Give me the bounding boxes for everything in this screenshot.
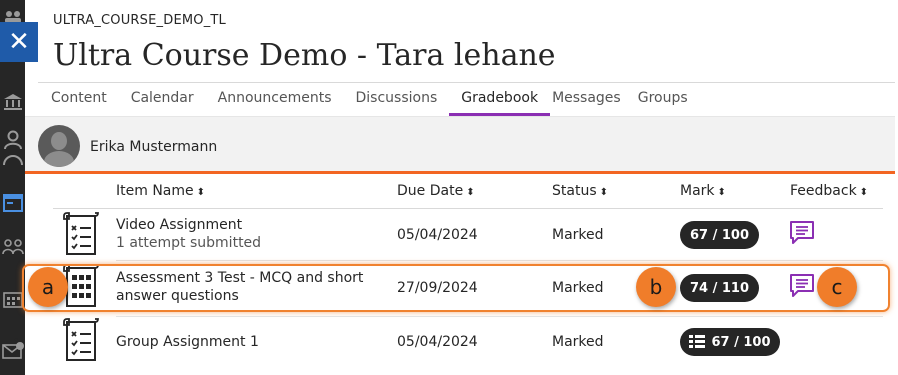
avatar-head-shape <box>51 132 67 150</box>
tab-groups[interactable]: Groups <box>633 86 700 116</box>
sort-icon: ⬍ <box>196 187 206 198</box>
mark-value: 67 / 100 <box>689 227 750 243</box>
avatar-shoulders-shape <box>44 151 74 167</box>
close-icon: ✕ <box>8 27 30 57</box>
header-label: Status <box>552 183 597 199</box>
tab-content[interactable]: Content <box>39 86 119 116</box>
course-code: ULTRA_COURSE_DEMO_TL <box>53 13 226 28</box>
row-divider <box>116 316 883 317</box>
item-name-link[interactable]: Video Assignment <box>116 217 242 233</box>
student-name: Erika Mustermann <box>90 139 218 155</box>
callout-c: c <box>817 267 857 307</box>
header-label: Due Date <box>397 183 464 199</box>
mark-pill[interactable]: 67 / 100 <box>680 221 759 249</box>
calendar-icon[interactable] <box>0 186 25 220</box>
institution-icon[interactable] <box>0 85 25 119</box>
mail-icon[interactable]: 9 <box>0 334 25 368</box>
column-header-mark[interactable]: Mark ⬍ <box>680 183 726 199</box>
due-date: 05/04/2024 <box>397 227 478 243</box>
column-header-item-name[interactable]: Item Name ⬍ <box>116 183 205 199</box>
tab-messages[interactable]: Messages <box>550 86 633 116</box>
group-grid-icon <box>689 335 706 348</box>
assignment-icon <box>63 212 99 255</box>
mark-pill[interactable]: 67 / 100 <box>680 328 780 356</box>
close-course-button[interactable]: ✕ <box>0 22 38 62</box>
header-divider <box>53 208 883 209</box>
due-date: 05/04/2024 <box>397 334 478 350</box>
column-header-feedback[interactable]: Feedback ⬍ <box>790 183 868 199</box>
avatar <box>38 125 80 167</box>
header-label: Item Name <box>116 183 194 199</box>
item-name-link[interactable]: Group Assignment 1 <box>116 334 259 350</box>
column-header-status[interactable]: Status ⬍ <box>552 183 608 199</box>
sort-icon: ⬍ <box>859 187 869 198</box>
highlighted-row-outline <box>22 264 890 312</box>
title-divider <box>38 82 895 83</box>
status-text: Marked <box>552 227 604 243</box>
header-label: Mark <box>680 183 715 199</box>
course-title: Ultra Course Demo - Tara lehane <box>53 38 556 73</box>
status-text: Marked <box>552 334 604 350</box>
item-subtitle: 1 attempt submitted <box>116 235 262 251</box>
tab-gradebook[interactable]: Gradebook <box>449 86 551 116</box>
assignment-icon <box>63 318 99 361</box>
feedback-icon[interactable] <box>789 220 815 246</box>
sort-icon: ⬍ <box>599 187 609 198</box>
course-tabs: Content Calendar Announcements Discussio… <box>39 86 700 116</box>
mail-badge: 9 <box>14 337 19 345</box>
header-label: Feedback <box>790 183 857 199</box>
row-divider <box>116 260 883 261</box>
mark-value: 67 / 100 <box>711 334 771 350</box>
column-header-due-date[interactable]: Due Date ⬍ <box>397 183 475 199</box>
callout-b: b <box>636 267 676 307</box>
groups-icon[interactable] <box>0 230 25 264</box>
tab-calendar[interactable]: Calendar <box>119 86 206 116</box>
sort-icon: ⬍ <box>466 187 475 198</box>
tab-discussions[interactable]: Discussions <box>344 86 450 116</box>
globe-icon[interactable] <box>0 150 25 170</box>
student-header: Erika Mustermann <box>25 117 895 174</box>
sort-icon: ⬍ <box>717 187 726 198</box>
callout-a: a <box>28 267 68 307</box>
tab-announcements[interactable]: Announcements <box>206 86 344 116</box>
